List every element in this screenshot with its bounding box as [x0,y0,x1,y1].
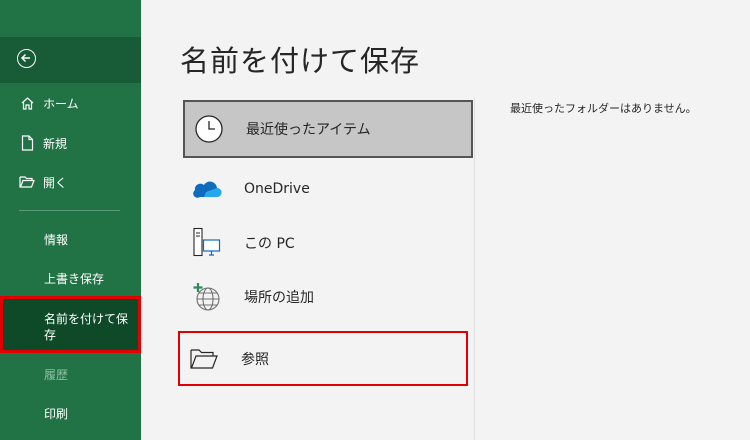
location-add-place[interactable]: 場所の追加 [183,270,473,324]
nav-item-label: 情報 [44,232,69,247]
open-folder-icon [19,174,35,190]
nav-item-label: 新規 [43,136,68,151]
nav-item-label: 印刷 [44,406,69,421]
nav-item-label: 履歴 [44,367,69,382]
back-button[interactable] [0,37,141,83]
page-title: 名前を付けて保存 [180,44,421,78]
location-onedrive[interactable]: OneDrive [183,162,473,216]
onedrive-cloud-icon [191,173,223,205]
save-locations-list: 最近使ったアイテム OneDrive この PC 場所の追加 参照 [175,97,474,440]
location-label: 参照 [241,351,269,368]
browse-folder-icon [188,343,220,375]
nav-divider [19,210,120,211]
location-browse[interactable]: 参照 [178,331,468,386]
nav-item-history: 履歴 [0,357,141,391]
clock-icon [193,113,225,145]
nav-item-save[interactable]: 上書き保存 [0,261,141,295]
new-document-icon [19,135,35,151]
back-arrow-icon [17,49,36,68]
backstage-nav: ホーム 新規 開く 情報 上書き保存 名前を付けて保存 履歴 印刷 [0,0,141,440]
add-place-globe-icon [191,281,223,313]
location-recent[interactable]: 最近使ったアイテム [183,100,473,158]
nav-item-label: 名前を付けて保存 [44,312,129,342]
nav-item-info[interactable]: 情報 [0,222,141,256]
location-label: 最近使ったアイテム [246,122,371,138]
computer-icon [191,227,223,259]
nav-item-label: 開く [43,175,68,190]
recent-folders-panel: 最近使ったフォルダーはありません。 [474,97,750,440]
location-label: 場所の追加 [244,290,314,306]
home-icon [19,95,35,111]
location-this-pc[interactable]: この PC [183,216,473,270]
nav-item-save-as[interactable]: 名前を付けて保存 [0,296,141,353]
location-label: OneDrive [244,181,310,197]
nav-item-open[interactable]: 開く [0,165,141,199]
nav-item-new[interactable]: 新規 [0,126,141,160]
empty-folders-message: 最近使ったフォルダーはありません。 [510,102,697,115]
nav-item-label: ホーム [43,96,79,111]
nav-item-label: 上書き保存 [44,271,105,286]
nav-item-home[interactable]: ホーム [0,86,141,120]
nav-item-print[interactable]: 印刷 [0,396,141,430]
location-label: この PC [244,236,295,252]
